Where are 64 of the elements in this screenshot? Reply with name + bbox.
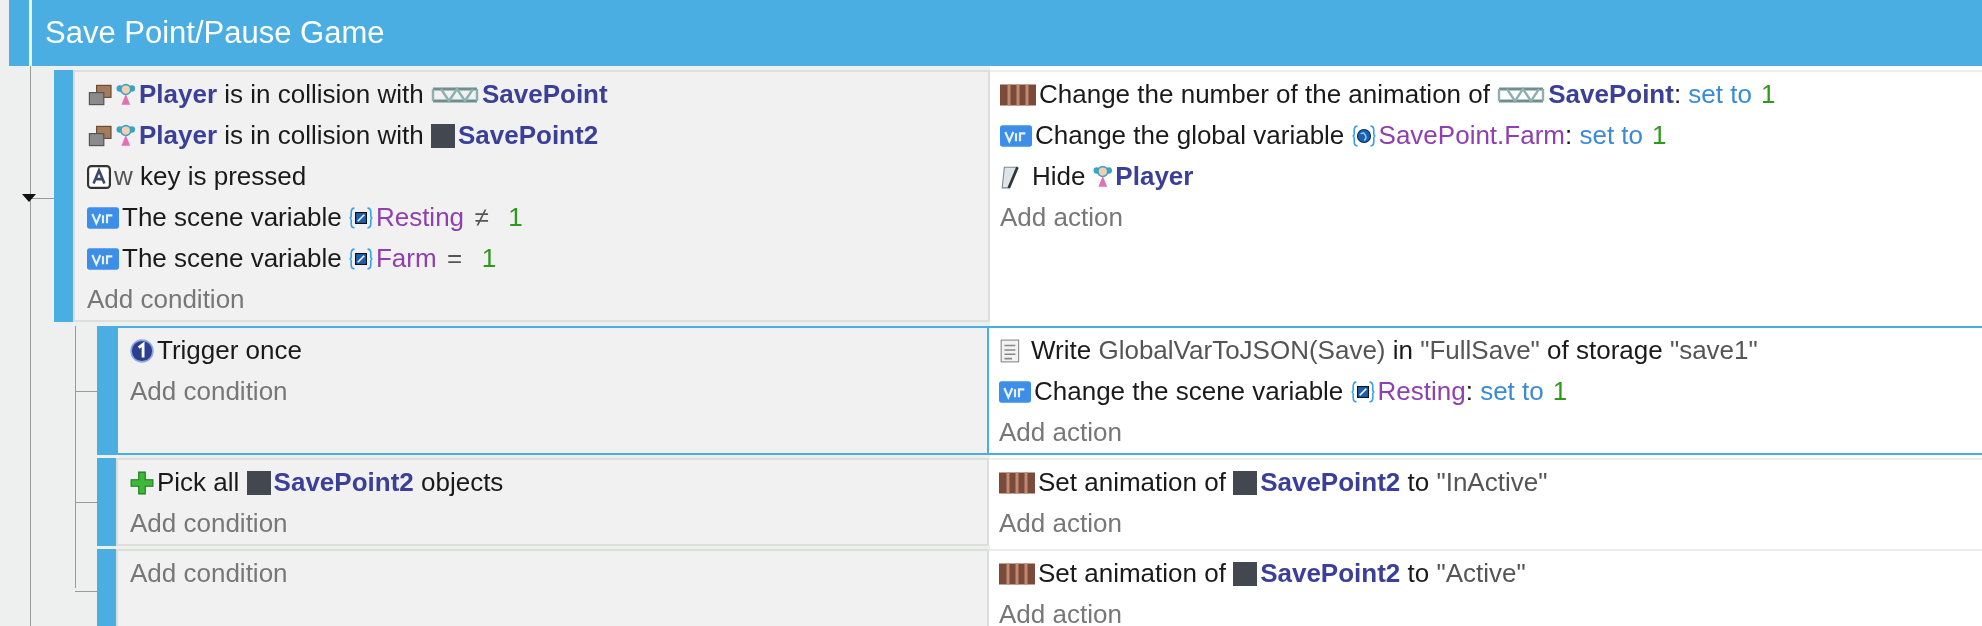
action-text: Write GlobalVarToJSON(Save) in "FullSave" of storage "save1"	[1030, 335, 1758, 366]
event-handle[interactable]	[54, 70, 73, 322]
group-title: Save Point/Pause Game	[45, 15, 385, 51]
key-icon	[87, 164, 111, 189]
action-text: Change the scene variable	[1034, 376, 1345, 407]
event-handle[interactable]	[97, 549, 116, 626]
number-badge-icon	[130, 338, 154, 363]
add-action-button[interactable]: Add action	[999, 412, 1122, 453]
scene-variable-icon	[348, 205, 373, 230]
overlapping-boxes-icon	[87, 82, 114, 107]
condition-text: Resting ≠ 1	[375, 202, 523, 233]
add-condition-button[interactable]: Add condition	[130, 553, 288, 594]
add-condition-button[interactable]: Add condition	[87, 279, 245, 320]
add-condition-button[interactable]: Add condition	[130, 503, 288, 544]
scene-variable-icon	[1350, 379, 1375, 404]
condition-text: Player is in collision with	[139, 79, 425, 110]
condition-text: Farm = 1	[375, 243, 497, 274]
action-text: Change the number of the animation of	[1039, 79, 1491, 110]
variable-icon	[1000, 123, 1032, 148]
scene-variable-icon	[348, 246, 373, 271]
action-text: SavePoint2 to "InActive"	[1260, 467, 1548, 498]
add-action-button[interactable]: Add action	[999, 594, 1122, 626]
condition-text: The scene variable	[122, 243, 343, 274]
character-sprite-icon	[116, 82, 136, 107]
action-text: Set animation of	[1038, 467, 1227, 498]
group-handle[interactable]	[9, 0, 29, 66]
film-strip-icon	[999, 470, 1035, 495]
action-text: SavePoint.Farm: set to 1	[1378, 120, 1667, 151]
film-strip-icon	[1000, 82, 1036, 107]
condition-text: SavePoint2	[457, 120, 599, 151]
condition-text: Pick all	[157, 467, 241, 498]
action-text: Player	[1115, 161, 1194, 192]
square-sprite-icon	[1233, 561, 1258, 586]
globe-variable-icon	[1351, 123, 1376, 148]
event-handle[interactable]	[97, 458, 116, 546]
square-sprite-icon	[430, 123, 455, 148]
plus-icon	[130, 470, 154, 495]
character-sprite-icon	[116, 123, 136, 148]
add-action-button[interactable]: Add action	[999, 503, 1122, 544]
action-text: SavePoint2 to "Active"	[1260, 558, 1526, 589]
condition-text: Trigger once	[157, 335, 302, 366]
square-sprite-icon	[1233, 470, 1258, 495]
overlapping-boxes-icon	[87, 123, 114, 148]
film-strip-icon	[999, 561, 1035, 586]
action-text: Resting: set to 1	[1377, 376, 1568, 407]
add-condition-button[interactable]: Add condition	[130, 371, 288, 412]
condition-text: w key is pressed	[114, 161, 307, 192]
variable-icon	[999, 379, 1031, 404]
condition-text: SavePoint	[481, 79, 608, 110]
action-text: Hide	[1031, 161, 1087, 192]
document-icon	[999, 338, 1021, 363]
add-action-button[interactable]: Add action	[1000, 197, 1123, 238]
condition-text: Player is in collision with	[139, 120, 425, 151]
condition-text: SavePoint2 objects	[273, 467, 504, 498]
action-text: Set animation of	[1038, 558, 1227, 589]
event-handle[interactable]	[97, 326, 116, 455]
group-header[interactable]: Save Point/Pause Game	[32, 0, 1982, 66]
action-text: Change the global variable	[1035, 120, 1346, 151]
variable-icon	[87, 246, 119, 271]
square-sprite-icon	[246, 470, 271, 495]
variable-icon	[87, 205, 119, 230]
action-text: SavePoint: set to 1	[1548, 79, 1776, 110]
condition-text: The scene variable	[122, 202, 343, 233]
character-sprite-icon	[1092, 164, 1113, 189]
